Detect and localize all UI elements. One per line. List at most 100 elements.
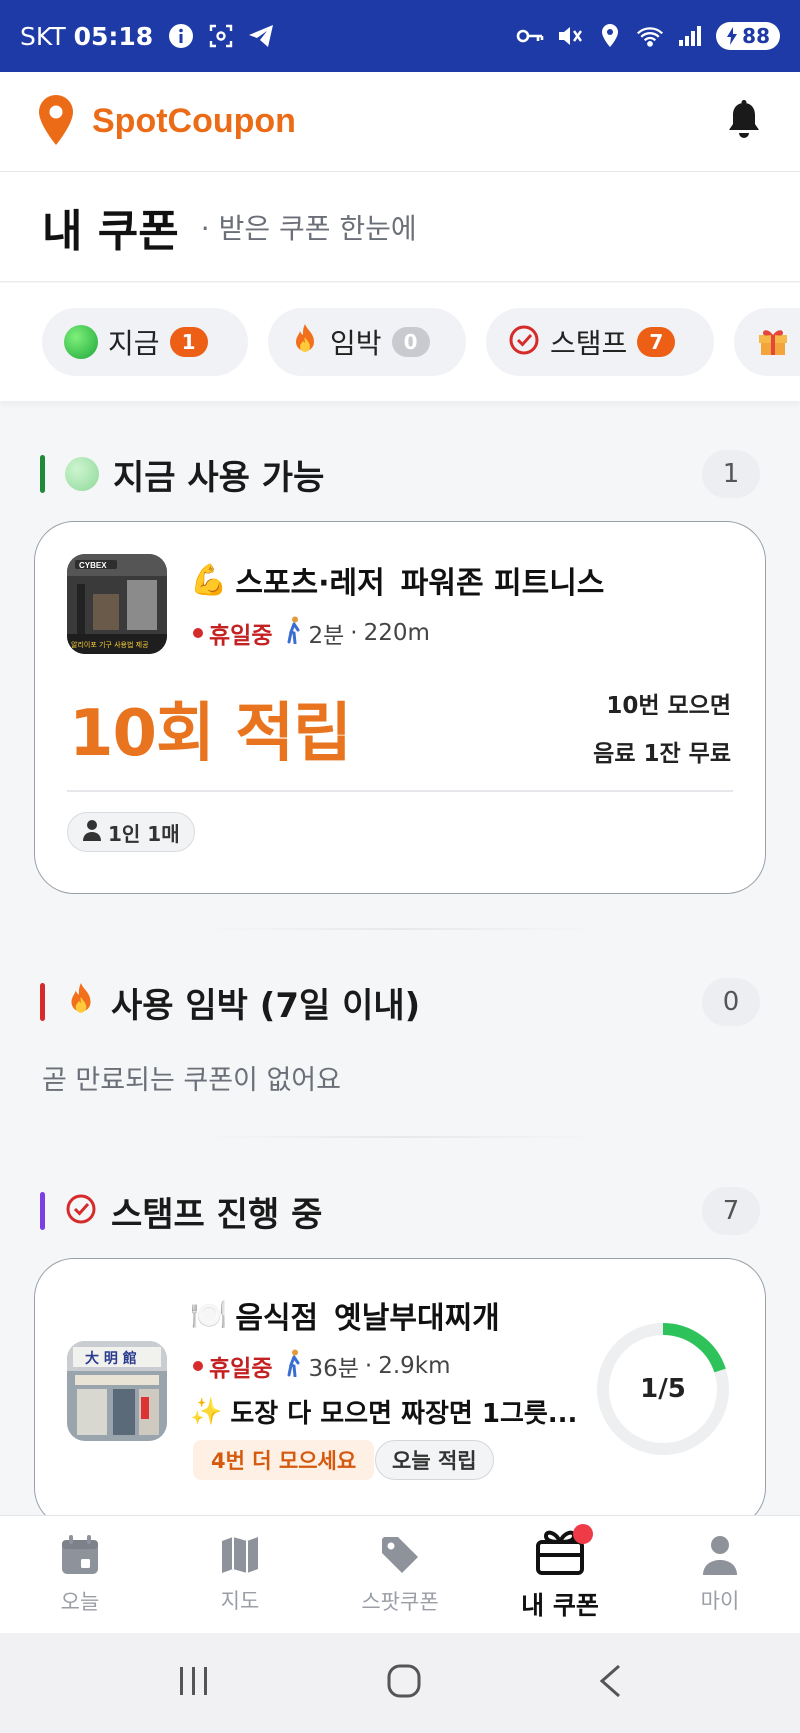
section-accent-bar bbox=[40, 983, 45, 1021]
calendar-icon bbox=[60, 1534, 100, 1580]
map-icon bbox=[220, 1535, 260, 1579]
limit-badge: 1인 1매 bbox=[67, 812, 195, 852]
chip-label: 임박 bbox=[330, 327, 382, 360]
chip-count: 7 bbox=[637, 327, 676, 357]
chip-stamp[interactable]: 스탬프 7 bbox=[486, 308, 714, 376]
notification-dot bbox=[573, 1524, 593, 1544]
nav-spot-coupon[interactable]: 스팟쿠폰 bbox=[320, 1516, 480, 1633]
store-category: 스포츠·레저 bbox=[235, 566, 385, 601]
section-title: 사용 임박 (7일 이내) bbox=[111, 985, 421, 1026]
person-icon bbox=[82, 819, 102, 846]
battery-level: 88 bbox=[742, 24, 770, 48]
plate-cutlery-icon: 🍽️ bbox=[190, 1297, 228, 1333]
signal-icon bbox=[676, 22, 704, 50]
reward-condition-line1: 10번 모으면 bbox=[606, 693, 731, 719]
status-bar: SKT 05:18 88 bbox=[0, 0, 800, 72]
wifi-icon bbox=[636, 22, 664, 50]
back-icon[interactable] bbox=[597, 1663, 623, 1703]
section-separator bbox=[200, 1136, 600, 1138]
gift-icon bbox=[756, 323, 790, 361]
green-circle-icon bbox=[65, 457, 99, 491]
chip-label: 스탬프 bbox=[550, 327, 628, 360]
section-separator bbox=[200, 928, 600, 930]
chip-count: 1 bbox=[169, 327, 208, 357]
stamp-progress-ring: 1/5 bbox=[595, 1321, 731, 1457]
status-dot bbox=[193, 1361, 203, 1371]
empty-state-text: 곧 만료되는 쿠폰이 없어요 bbox=[42, 1065, 341, 1096]
today-stamp-button[interactable]: 오늘 적립 bbox=[375, 1440, 494, 1480]
info-icon bbox=[167, 22, 195, 50]
section-count: 0 bbox=[702, 978, 760, 1026]
screenshot-icon bbox=[207, 22, 235, 50]
section-count: 1 bbox=[702, 450, 760, 498]
section-title: 지금 사용 가능 bbox=[113, 457, 325, 498]
status-dot bbox=[193, 628, 203, 638]
chip-gift[interactable] bbox=[734, 308, 800, 376]
nav-label: 내 쿠폰 bbox=[521, 1590, 599, 1620]
telegram-icon bbox=[247, 22, 275, 50]
home-icon[interactable] bbox=[386, 1663, 422, 1703]
page-title: 내 쿠폰 bbox=[42, 205, 179, 257]
notification-bell-icon[interactable] bbox=[726, 99, 762, 144]
svg-text:大 明 館: 大 明 館 bbox=[85, 1350, 137, 1367]
reward-condition-line2: 음료 1잔 무료 bbox=[593, 741, 731, 767]
nav-today[interactable]: 오늘 bbox=[0, 1516, 160, 1633]
walking-person-icon bbox=[286, 616, 302, 650]
page-header: 내 쿠폰 · 받은 쿠폰 한눈에 bbox=[0, 172, 800, 282]
green-circle-icon bbox=[64, 325, 98, 359]
section-expiring-header: 사용 임박 (7일 이내) 0 bbox=[40, 977, 760, 1027]
system-navigation-bar bbox=[0, 1633, 800, 1733]
stamp-card[interactable]: 大 明 館 🍽️ 음식점 옛날부대찌개 휴일중 36분 · 2.9km ✨ 도장… bbox=[34, 1258, 766, 1528]
stamp-reward-text: 도장 다 모으면 짜장면 1그릇... bbox=[230, 1399, 578, 1429]
page-subtitle: · 받은 쿠폰 한눈에 bbox=[200, 211, 417, 245]
fire-icon bbox=[290, 323, 320, 361]
tag-icon bbox=[379, 1534, 421, 1580]
store-thumbnail: CYBEX 알리이포 기구 사용법 제공 bbox=[67, 554, 167, 654]
section-accent-bar bbox=[40, 1192, 45, 1230]
check-circle-icon bbox=[65, 1193, 97, 1229]
thumb-caption: 알리이포 기구 사용법 제공 bbox=[71, 640, 149, 649]
carrier-label: SKT bbox=[20, 21, 66, 51]
chip-now[interactable]: 지금 1 bbox=[42, 308, 248, 376]
flexed-bicep-icon: 💪 bbox=[190, 562, 228, 598]
store-status: 휴일중 bbox=[209, 623, 273, 649]
sparkles-icon: ✨ bbox=[190, 1396, 223, 1427]
check-circle-icon bbox=[508, 324, 540, 360]
chip-expiring[interactable]: 임박 0 bbox=[268, 308, 466, 376]
section-accent-bar bbox=[40, 455, 45, 493]
section-title: 스탬프 진행 중 bbox=[111, 1194, 323, 1235]
key-icon bbox=[516, 22, 544, 50]
battery-indicator: 88 bbox=[716, 22, 780, 50]
remaining-stamps-badge: 4번 더 모으세요 bbox=[193, 1440, 375, 1480]
filter-chip-bar[interactable]: 지금 1 임박 0 스탬프 7 bbox=[0, 283, 800, 401]
nav-map[interactable]: 지도 bbox=[160, 1516, 320, 1633]
mute-icon bbox=[556, 22, 584, 50]
walking-person-icon bbox=[286, 1349, 302, 1383]
svg-text:CYBEX: CYBEX bbox=[79, 561, 107, 570]
walk-time: 36분 bbox=[308, 1356, 359, 1382]
nav-my-coupons[interactable]: 내 쿠폰 bbox=[480, 1516, 640, 1633]
chip-label: 지금 bbox=[108, 327, 160, 360]
section-stamps-header: 스탬프 진행 중 7 bbox=[40, 1186, 760, 1236]
store-title: 🍽️ 음식점 옛날부대찌개 bbox=[190, 1293, 500, 1337]
store-title: 💪 스포츠·레저 파워존 피트니스 bbox=[190, 558, 604, 602]
recent-apps-icon[interactable] bbox=[177, 1665, 211, 1701]
nav-label: 지도 bbox=[220, 1588, 260, 1613]
reward-headline: 10회 적립 bbox=[69, 697, 352, 771]
chip-count: 0 bbox=[391, 327, 430, 357]
app-logo-text[interactable]: SpotCoupon bbox=[92, 102, 296, 141]
store-meta: 휴일중 36분 · 2.9km bbox=[193, 1349, 451, 1383]
store-meta: 휴일중 2분 · 220m bbox=[193, 616, 430, 650]
nav-my[interactable]: 마이 bbox=[640, 1516, 800, 1633]
store-category: 음식점 bbox=[235, 1301, 319, 1336]
progress-text: 1/5 bbox=[640, 1374, 686, 1404]
coupon-card[interactable]: CYBEX 알리이포 기구 사용법 제공 💪 스포츠·레저 파워존 피트니스 휴… bbox=[34, 521, 766, 894]
location-icon bbox=[596, 22, 624, 50]
stamp-reward: ✨ 도장 다 모으면 짜장면 1그릇... bbox=[190, 1393, 577, 1430]
store-name: 옛날부대찌개 bbox=[334, 1301, 500, 1336]
store-status: 휴일중 bbox=[209, 1356, 273, 1382]
distance: 220m bbox=[363, 620, 430, 646]
nav-label: 마이 bbox=[700, 1588, 740, 1613]
limit-text: 1인 1매 bbox=[108, 821, 180, 846]
distance: 2.9km bbox=[378, 1353, 451, 1379]
